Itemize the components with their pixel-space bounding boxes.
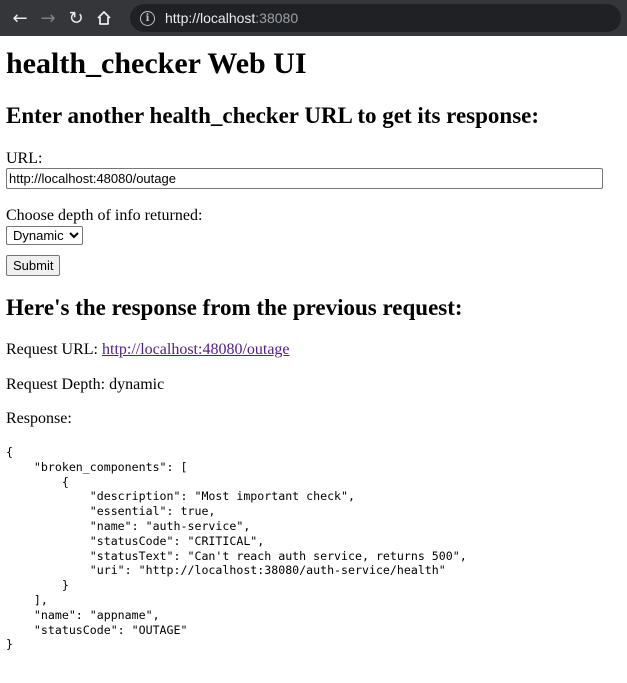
site-info-icon[interactable]: i xyxy=(140,10,155,26)
request-depth-row: Request Depth: dynamic xyxy=(6,376,621,394)
response-heading: Here's the response from the previous re… xyxy=(6,295,463,320)
form-heading: Enter another health_checker URL to get … xyxy=(6,103,540,128)
request-url-link[interactable]: http://localhost:48080/outage xyxy=(102,341,290,358)
request-depth-value: dynamic xyxy=(109,376,165,393)
page-content: health_checker Web UI Enter another heal… xyxy=(0,46,627,652)
page-title: health_checker Web UI xyxy=(6,47,307,80)
request-url-row: Request URL: http://localhost:48080/outa… xyxy=(6,341,621,359)
depth-label: Choose depth of info returned: xyxy=(6,207,203,224)
depth-select[interactable]: Dynamic xyxy=(6,226,83,245)
forward-arrow-icon[interactable]: → xyxy=(34,4,62,32)
reload-icon[interactable]: ↻ xyxy=(62,4,90,32)
request-depth-label: Request Depth: xyxy=(6,376,106,393)
url-label: URL: xyxy=(6,150,43,167)
url-input[interactable] xyxy=(6,168,603,189)
response-body: { "broken_components": [ { "description"… xyxy=(6,445,467,652)
request-url-label: Request URL: xyxy=(6,341,98,358)
response-label: Response: xyxy=(6,410,72,427)
address-bar[interactable]: i http://localhost:38080 xyxy=(130,4,621,32)
home-icon[interactable] xyxy=(90,4,118,32)
back-arrow-icon[interactable]: ← xyxy=(6,4,34,32)
browser-toolbar: ← → ↻ i http://localhost:38080 xyxy=(0,0,627,36)
submit-button[interactable]: Submit xyxy=(6,255,61,276)
url-host: http://localhost xyxy=(165,10,256,26)
url-port: :38080 xyxy=(255,10,299,26)
